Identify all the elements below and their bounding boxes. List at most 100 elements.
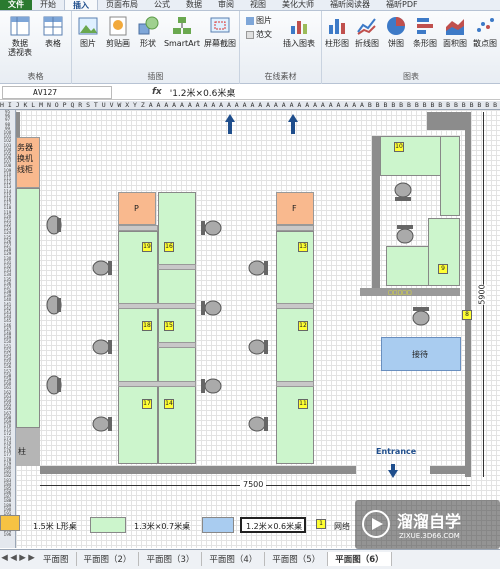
column-chart-button[interactable]: 柱形图	[322, 15, 352, 48]
column-header[interactable]: H I J K L M N O P Q R S T U V W X Y Z A …	[0, 101, 500, 110]
height-dimension: 5900	[477, 284, 487, 305]
sheet-tab[interactable]: 平面图（5）	[265, 552, 329, 566]
server-room: 务器 换机 线柜	[16, 137, 40, 188]
desk-number: 10	[394, 142, 404, 152]
picture-label: 图片	[80, 39, 96, 48]
ribbon-tab[interactable]: 美化大师	[274, 0, 322, 10]
entrance-label: Entrance	[376, 447, 417, 456]
l-desk-top-side	[440, 136, 460, 216]
chair-icon	[201, 378, 222, 394]
right-wall	[465, 112, 471, 477]
desk-p: P	[118, 192, 156, 225]
formula-input[interactable]: '1.2米×0.6米桌	[170, 86, 236, 99]
legend-label-green: 1.3米×0.7米桌	[134, 522, 191, 531]
prev-sheet-button[interactable]: ◀	[9, 553, 18, 563]
ribbon-tab[interactable]: 福昕阅读器	[322, 0, 378, 10]
line-chart-label: 折线图	[355, 39, 379, 48]
scatter-chart-button[interactable]: 散点图	[470, 15, 500, 48]
online-picture-icon	[246, 16, 254, 25]
desk-number-value: 14	[165, 400, 173, 407]
online-group: 图片 范文 插入图表 在线素材	[240, 11, 322, 84]
ribbon-tab[interactable]: 公式	[146, 0, 178, 10]
sheet-tab[interactable]: 平面图（4）	[202, 552, 266, 566]
pie-chart-button[interactable]: 饼图	[382, 15, 410, 48]
desk-number: 9	[438, 264, 448, 274]
legend-swatch-selected[interactable]: 1.2米×0.6米桌	[240, 517, 306, 533]
ribbon-tab[interactable]: 审阅	[210, 0, 242, 10]
picture-button[interactable]: 图片	[74, 15, 102, 48]
first-sheet-button[interactable]: ◀	[0, 553, 9, 563]
legend-number-value: 1	[319, 520, 323, 527]
watermark-url: ZIXUE.3D66.COM	[399, 532, 460, 540]
arrow-up-icon	[288, 114, 298, 134]
sheet-tab[interactable]: 平面图（2）	[77, 552, 140, 566]
chair-icon	[92, 339, 112, 355]
chair-icon	[412, 307, 430, 326]
smartart-button[interactable]: SmartArt	[162, 15, 202, 48]
area-chart-icon	[446, 19, 464, 35]
chair-icon	[92, 416, 112, 432]
name-box-value: AV127	[33, 87, 58, 97]
ribbon-tab[interactable]: 福昕PDF	[378, 0, 426, 10]
online-group-label: 在线素材	[264, 72, 297, 81]
inner-vertical-wall	[372, 136, 380, 288]
ribbon-tab[interactable]: 开始	[32, 0, 64, 10]
fx-button[interactable]: fx	[152, 87, 162, 97]
reception-label: 接待	[412, 350, 428, 359]
chair-icon	[396, 225, 414, 244]
sheet-tab[interactable]: 平面图（6）	[328, 552, 392, 566]
row-header[interactable]: 95 96 97 98 99 100 101 102 103 104 105 106 107 108 109…	[0, 110, 16, 548]
desk-divider	[158, 342, 196, 348]
last-sheet-button[interactable]: ▶	[27, 553, 36, 563]
line-chart-button[interactable]: 折线图	[352, 15, 382, 48]
reception-desk: 接待	[381, 337, 461, 371]
legend-label-blue: 1.2米×0.6米桌	[246, 522, 303, 531]
bar-chart-button[interactable]: 条形图	[410, 15, 440, 48]
arrow-up-icon	[225, 114, 235, 134]
table-group-label: 表格	[27, 72, 44, 81]
legend-swatch-l-desk	[0, 515, 20, 531]
desk-divider	[158, 264, 196, 270]
formula-bar: AV127 fx '1.2米×0.6米桌	[0, 85, 500, 100]
legend-swatch-green	[90, 517, 126, 533]
ribbon-tab[interactable]: 文件	[0, 0, 32, 10]
width-dimension: 7500	[240, 480, 267, 489]
charts-group-label: 图表	[403, 72, 419, 81]
screenshot-button[interactable]: 屏幕截图	[202, 15, 238, 48]
online-picture-button[interactable]: 图片	[246, 15, 272, 26]
table-button[interactable]: 表格	[38, 15, 68, 48]
ribbon-tab[interactable]: 视图	[242, 0, 274, 10]
chair-icon	[248, 416, 268, 432]
ribbon-tab[interactable]: 插入	[64, 0, 98, 10]
pivot-table-button[interactable]: 数据 透视表	[3, 15, 37, 57]
template-icon	[246, 30, 254, 39]
shapes-button[interactable]: 形状	[134, 15, 162, 48]
online-template-label: 范文	[256, 30, 272, 39]
desk-number: 19	[142, 242, 152, 252]
next-sheet-button[interactable]: ▶	[18, 553, 27, 563]
sheet-tab[interactable]: 平面图（3）	[139, 552, 203, 566]
area-chart-button[interactable]: 面积图	[440, 15, 470, 48]
online-template-button[interactable]: 范文	[246, 29, 272, 40]
ribbon-tab[interactable]: 数据	[178, 0, 210, 10]
name-box[interactable]: AV127	[2, 85, 112, 99]
sheet-tab[interactable]: 平面图	[36, 552, 77, 566]
desk-number: 16	[164, 242, 174, 252]
illustrations-group: 图片 剪贴画 形状 SmartArt 屏幕截图 插图	[72, 11, 240, 84]
ribbon-tab[interactable]: 页面布局	[98, 0, 146, 10]
bottom-wall-right	[430, 466, 470, 474]
desk-number-value: 18	[143, 322, 151, 329]
desk-divider	[118, 303, 196, 309]
charts-group: 柱形图 折线图 饼图 条形图 面积图 散点图 图表	[322, 11, 500, 84]
left-desk-strip	[16, 188, 40, 428]
desk-number-value: 15	[165, 322, 173, 329]
column-header-letters: H I J K L M N O P Q R S T U V W X Y Z A …	[0, 101, 500, 109]
desk-number: 8	[462, 310, 472, 320]
desk-column-c	[276, 231, 314, 464]
desk-divider	[118, 381, 196, 387]
desk-number-value: 13	[299, 243, 307, 250]
chair-icon	[248, 260, 268, 276]
insert-chart-button[interactable]: 插入图表	[278, 15, 320, 48]
chair-icon	[92, 260, 112, 276]
clipart-button[interactable]: 剪贴画	[102, 15, 134, 48]
